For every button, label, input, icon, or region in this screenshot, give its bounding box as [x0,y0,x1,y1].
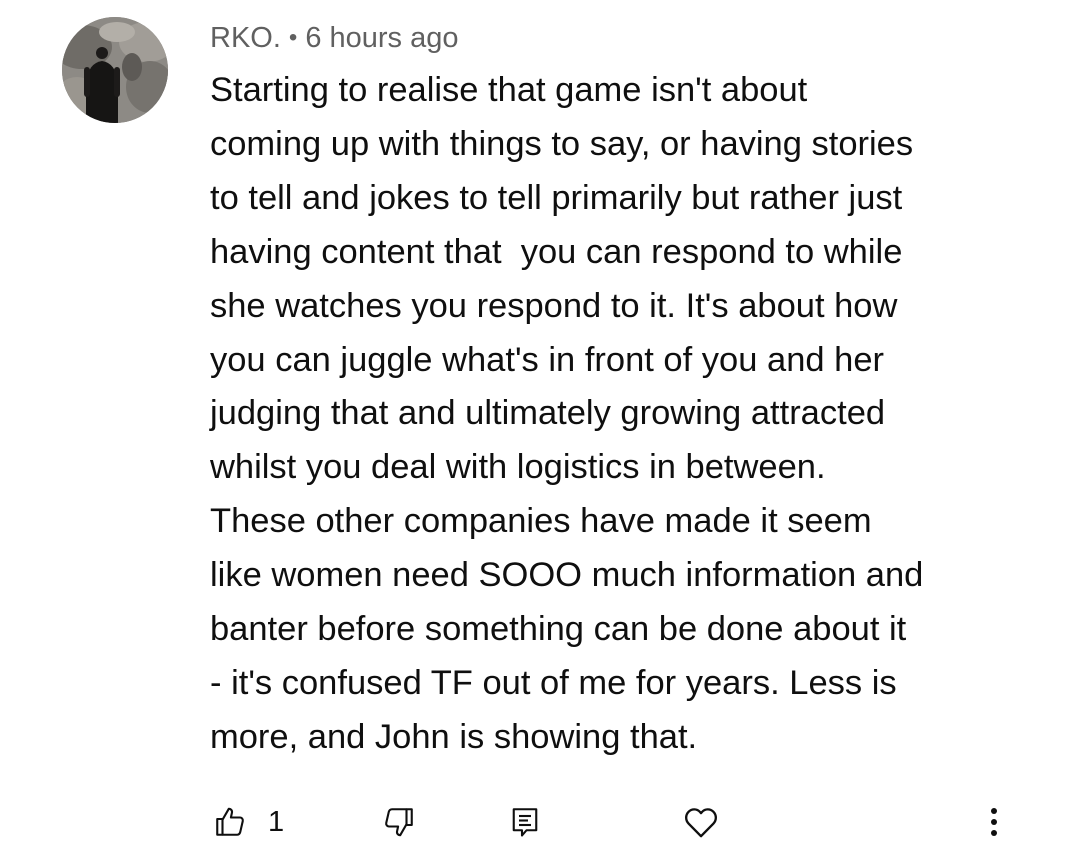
author-name[interactable]: RKO. [210,22,281,54]
reply-button[interactable] [507,802,543,842]
comment-line: coming up with things to say, or having … [210,124,914,163]
comment: RKO. • 6 hours ago Starting to realise tha… [0,0,1080,858]
comment-line: whilst you deal with logistics in betwee… [210,448,826,487]
comment-line: having content that you can respond to w… [210,232,903,271]
avatar[interactable] [62,17,168,123]
like-count: 1 [268,805,285,838]
comment-actions: 1 [0,792,1080,852]
comment-line: judging that and ultimately growing attr… [210,394,886,433]
more-vertical-icon [991,808,997,836]
reply-comment-icon [512,808,538,837]
comment-line: you can juggle what's in front of you an… [210,340,885,379]
comment-line: Starting to realise that game isn't abou… [210,71,808,109]
comment-line: - it's confused TF out of me for years. … [210,663,897,702]
more-options-button[interactable] [982,802,1006,842]
comment-meta: RKO. • 6 hours ago [210,18,458,60]
meta-separator: • [288,24,298,51]
comment-line: to tell and jokes to tell primarily but … [210,178,903,217]
comment-line: more, and John is showing that. [210,717,698,756]
heart-button[interactable] [681,802,721,842]
heart-icon [685,808,717,838]
dislike-button[interactable] [381,802,417,842]
thumbs-down-icon [385,808,413,837]
timestamp: 6 hours ago [305,22,459,54]
comment-body: Starting to realise that game isn't abou… [210,64,1010,765]
like-button[interactable]: 1 [212,802,284,842]
comment-line: These other companies have made it seem [210,502,872,541]
comment-line: like women need SOOO much information an… [210,556,924,595]
comment-line: banter before something can be done abou… [210,610,907,649]
comment-line: she watches you respond to it. It's abou… [210,286,898,325]
thumbs-up-icon [216,807,244,836]
avatar-photo [62,17,168,123]
